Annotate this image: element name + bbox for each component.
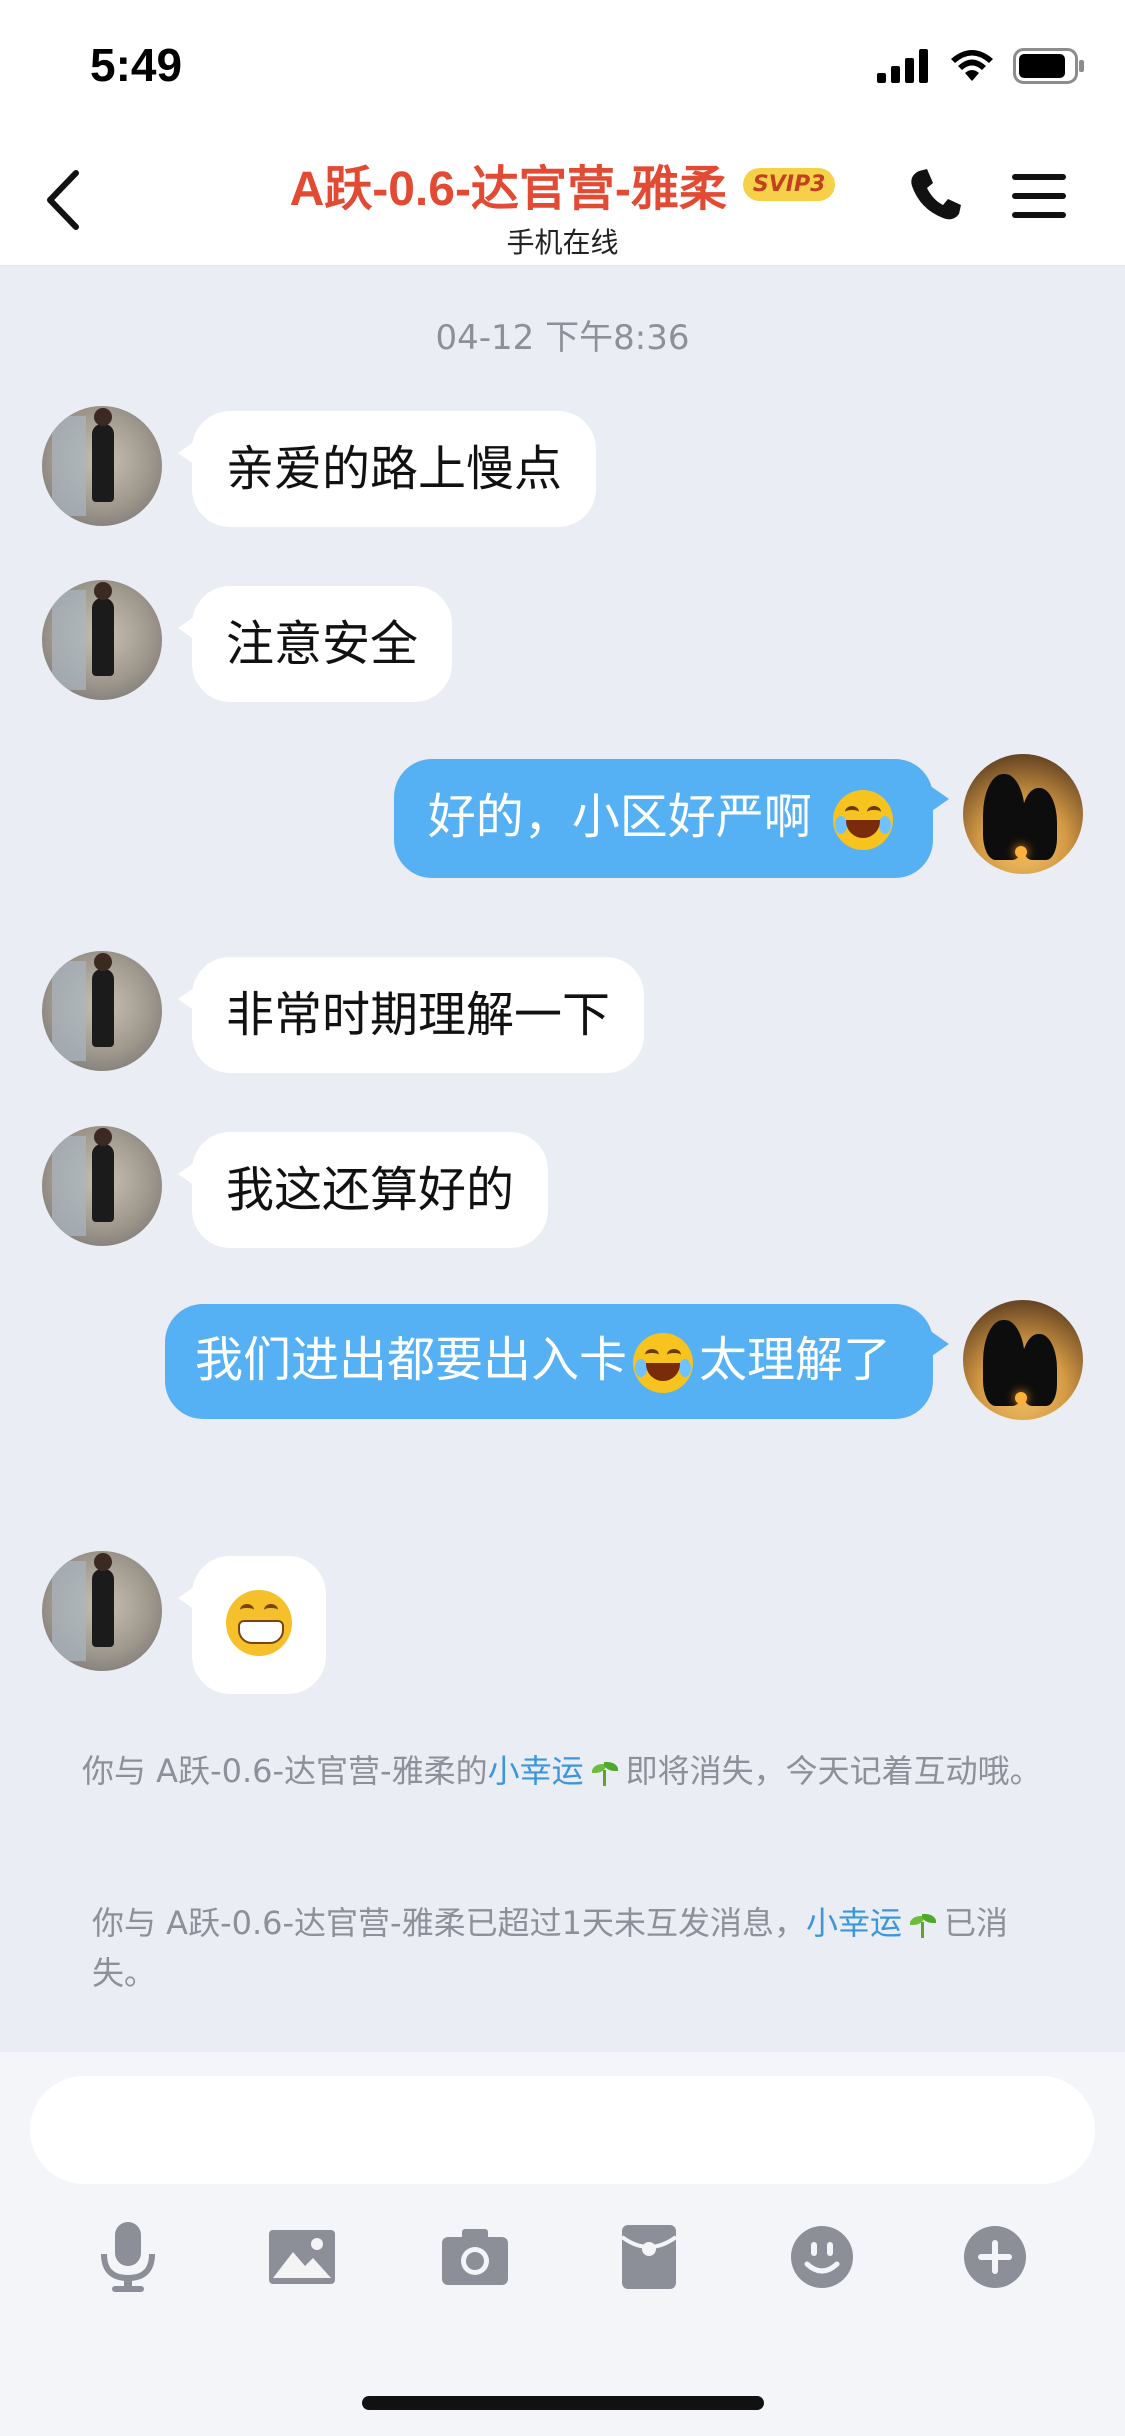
contact-avatar[interactable] <box>42 1126 162 1246</box>
wifi-icon <box>951 50 993 81</box>
message-text: 我们进出都要出入卡 <box>195 1332 628 1388</box>
cellular-signal-icon <box>877 49 928 83</box>
status-bar: 5:49 <box>0 0 1125 135</box>
message-text: 我这还算好的 <box>226 1162 515 1218</box>
emoji-icon[interactable] <box>777 2212 867 2302</box>
battery-icon <box>1013 48 1084 84</box>
message-bubble-outgoing[interactable]: 我们进出都要出入卡 太理解了 <box>165 1304 949 1419</box>
microphone-icon[interactable] <box>83 2212 173 2302</box>
camera-icon[interactable] <box>430 2212 520 2302</box>
tears-of-joy-emoji-icon <box>633 1333 694 1393</box>
home-indicator[interactable] <box>362 2396 764 2410</box>
sprout-icon <box>908 1910 938 1940</box>
message-bubble-incoming[interactable]: 我这还算好的 <box>177 1132 549 1248</box>
chat-header: A跃-0.6-达官营-雅柔 SVIP3 手机在线 <box>0 135 1125 266</box>
phone-call-icon[interactable] <box>905 165 965 225</box>
message-text: 注意安全 <box>226 616 419 672</box>
contact-avatar[interactable] <box>42 406 162 526</box>
online-status: 手机在线 <box>506 226 619 259</box>
message-text: 好的，小区好严啊 <box>427 789 812 845</box>
message-bubble-outgoing[interactable]: 好的，小区好严啊 <box>393 759 950 878</box>
lucky-streak-link[interactable]: 小幸运 <box>488 1752 584 1790</box>
message-bubble-incoming[interactable] <box>178 1556 326 1694</box>
grinning-emoji-icon <box>226 1590 292 1656</box>
notice-text: 即将消失，今天记着互动哦。 <box>625 1752 1042 1790</box>
message-input[interactable] <box>30 2076 1095 2184</box>
my-avatar[interactable] <box>963 754 1083 874</box>
input-bar <box>0 2052 1125 2436</box>
input-toolbar <box>0 2212 1125 2322</box>
red-packet-icon[interactable] <box>604 2212 694 2302</box>
message-bubble-incoming[interactable]: 非常时期理解一下 <box>177 957 645 1073</box>
system-notice: 你与 A跃-0.6-达官营-雅柔的小幸运 即将消失，今天记着互动哦。 <box>82 1746 1052 1796</box>
status-icons <box>877 48 1085 84</box>
lucky-streak-link[interactable]: 小幸运 <box>806 1904 902 1942</box>
my-avatar[interactable] <box>963 1300 1083 1420</box>
status-time: 5:49 <box>90 39 183 91</box>
message-timestamp: 04-12 下午8:36 <box>435 318 690 358</box>
system-notice: 你与 A跃-0.6-达官营-雅柔已超过1天未互发消息，小幸运 已消失。 <box>92 1898 1052 1998</box>
menu-icon[interactable] <box>1010 171 1068 221</box>
sprout-icon <box>590 1758 620 1788</box>
plus-icon[interactable] <box>950 2212 1040 2302</box>
message-text: 非常时期理解一下 <box>226 987 611 1043</box>
image-icon[interactable] <box>257 2212 347 2302</box>
message-bubble-incoming[interactable]: 亲爱的路上慢点 <box>177 411 597 527</box>
contact-avatar[interactable] <box>42 951 162 1071</box>
message-text: 太理解了 <box>699 1332 892 1388</box>
notice-text: 你与 A跃-0.6-达官营-雅柔的 <box>82 1752 488 1790</box>
tears-of-joy-emoji-icon <box>833 790 893 850</box>
notice-text: 你与 A跃-0.6-达官营-雅柔已超过1天未互发消息， <box>92 1904 806 1942</box>
contact-avatar[interactable] <box>42 580 162 700</box>
svip-badge: SVIP3 <box>742 167 836 201</box>
message-text: 亲爱的路上慢点 <box>226 441 563 497</box>
message-bubble-incoming[interactable]: 注意安全 <box>177 586 453 702</box>
contact-name: A跃-0.6-达官营-雅柔 <box>289 163 727 216</box>
contact-avatar[interactable] <box>42 1551 162 1671</box>
